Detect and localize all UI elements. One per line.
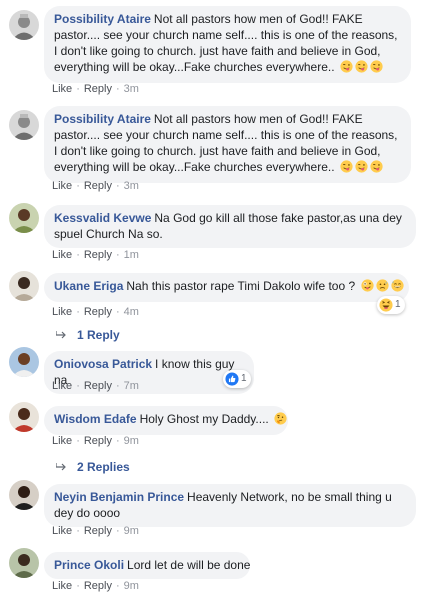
comment-actions: Like · Reply · 9m [52, 579, 139, 593]
reply-arrow-icon [55, 328, 67, 342]
view-replies-link[interactable]: 1 Reply [55, 328, 120, 342]
comment-actions: Like · Reply · 9m [52, 524, 139, 538]
grin-sweat-emoji-icon [390, 279, 404, 296]
avatar[interactable] [9, 271, 39, 301]
separator: · [115, 180, 120, 192]
zany-face-emoji-icon [360, 279, 374, 296]
timestamp[interactable]: 3m [124, 83, 139, 95]
timestamp[interactable]: 4m [124, 306, 139, 318]
timestamp[interactable]: 9m [124, 525, 139, 537]
reaction-count-value: 1 [241, 373, 247, 384]
avatar[interactable] [9, 347, 39, 377]
like-link[interactable]: Like [52, 435, 72, 447]
tongue-wink-emoji-icon [340, 60, 353, 77]
comment-author[interactable]: Prince Okoli [54, 558, 124, 572]
reply-link[interactable]: Reply [84, 249, 112, 261]
separator: · [115, 380, 120, 392]
comment-bubble: Possibility Ataire Not all pastors how me… [44, 106, 411, 183]
comment-author[interactable]: Possibility Ataire [54, 12, 151, 26]
like-icon [225, 372, 239, 386]
disappointed-relieved-emoji-icon [375, 279, 389, 296]
avatar[interactable] [9, 548, 39, 578]
comment-bubble: Wisdom Edafe Holy Ghost my Daddy.... [44, 406, 288, 435]
tongue-wink-emoji-icon [370, 60, 383, 77]
avatar[interactable] [9, 203, 39, 233]
reply-arrow-icon [55, 460, 67, 474]
timestamp[interactable]: 9m [124, 435, 139, 447]
reaction-count[interactable]: 1 [223, 370, 251, 388]
comment-text: Lord let de will be done [127, 558, 251, 572]
comment-bubble: Kessvalid Kevwe Na God go kill all those … [44, 205, 416, 248]
avatar[interactable] [9, 402, 39, 432]
separator: · [115, 435, 120, 447]
thinking-emoji-icon [274, 412, 287, 429]
separator: · [76, 306, 80, 318]
comment-actions: Like · Reply · 7m [52, 379, 139, 393]
reply-link[interactable]: Reply [84, 83, 112, 95]
like-link[interactable]: Like [52, 249, 72, 261]
reply-link[interactable]: Reply [84, 306, 112, 318]
like-link[interactable]: Like [52, 180, 72, 192]
comment-actions: Like · Reply · 3m [52, 82, 139, 96]
tongue-wink-emoji-icon [340, 160, 353, 177]
timestamp[interactable]: 3m [124, 180, 139, 192]
haha-icon [379, 298, 393, 312]
reaction-count-value: 1 [395, 299, 401, 310]
comment-author[interactable]: Possibility Ataire [54, 112, 151, 126]
comment-actions: Like · Reply · 9m [52, 434, 139, 448]
tongue-wink-emoji-icon [355, 160, 368, 177]
comment-text: Holy Ghost my Daddy.... [139, 412, 269, 426]
separator: · [76, 180, 80, 192]
comment-author[interactable]: Kessvalid Kevwe [54, 211, 151, 225]
like-link[interactable]: Like [52, 306, 72, 318]
tongue-wink-emoji-icon [370, 160, 383, 177]
separator: · [76, 249, 80, 261]
separator: · [115, 83, 120, 95]
view-replies-link[interactable]: 2 Replies [55, 460, 130, 474]
separator: · [76, 380, 80, 392]
comment-feed: Possibility Ataire Not all pastors how me… [0, 0, 424, 600]
separator: · [115, 249, 120, 261]
comment-bubble: Ukane Eriga Nah this pastor rape Timi Dak… [44, 273, 409, 302]
comment-bubble: Possibility Ataire Not all pastors how me… [44, 6, 411, 83]
comment-text: Nah this pastor rape Timi Dakolo wife to… [126, 279, 356, 293]
comment-actions: Like · Reply · 4m [52, 305, 139, 319]
separator: · [115, 306, 120, 318]
like-link[interactable]: Like [52, 83, 72, 95]
comment-actions: Like · Reply · 3m [52, 179, 139, 193]
comment-author[interactable]: Ukane Eriga [54, 279, 123, 293]
comment-author[interactable]: Wisdom Edafe [54, 412, 137, 426]
timestamp[interactable]: 9m [124, 580, 139, 592]
avatar[interactable] [9, 10, 39, 40]
comment-author[interactable]: Oniovosa Patrick [54, 357, 152, 371]
replies-label: 1 Reply [77, 328, 120, 342]
reply-link[interactable]: Reply [84, 180, 112, 192]
reply-link[interactable]: Reply [84, 525, 112, 537]
comment-bubble: Neyin Benjamin Prince Heavenly Network, n… [44, 484, 416, 527]
separator: · [76, 83, 80, 95]
avatar[interactable] [9, 480, 39, 510]
separator: · [115, 580, 120, 592]
comment-bubble: Prince Okoli Lord let de will be done [44, 552, 250, 579]
comment-actions: Like · Reply · 1m [52, 248, 139, 262]
reaction-count[interactable]: 1 [377, 296, 405, 314]
like-link[interactable]: Like [52, 525, 72, 537]
reply-link[interactable]: Reply [84, 435, 112, 447]
replies-label: 2 Replies [77, 460, 130, 474]
like-link[interactable]: Like [52, 580, 72, 592]
separator: · [76, 525, 80, 537]
reply-link[interactable]: Reply [84, 380, 112, 392]
reply-link[interactable]: Reply [84, 580, 112, 592]
comment-author[interactable]: Neyin Benjamin Prince [54, 490, 184, 504]
separator: · [76, 580, 80, 592]
timestamp[interactable]: 7m [124, 380, 139, 392]
avatar[interactable] [9, 110, 39, 140]
separator: · [115, 525, 120, 537]
like-link[interactable]: Like [52, 380, 72, 392]
timestamp[interactable]: 1m [124, 249, 139, 261]
separator: · [76, 435, 80, 447]
tongue-wink-emoji-icon [355, 60, 368, 77]
